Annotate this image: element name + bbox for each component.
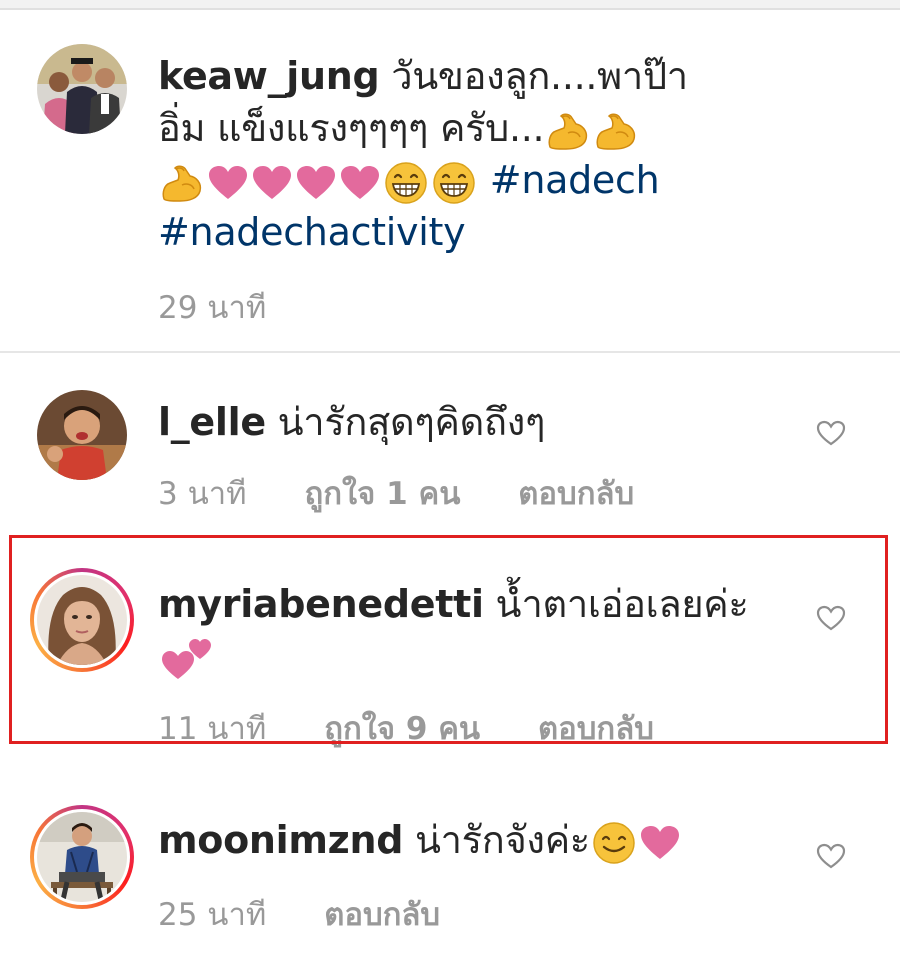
comment-time: 3 นาที — [158, 476, 247, 512]
comment-username[interactable]: l_elle — [158, 400, 266, 444]
pink-heart-icon — [296, 165, 336, 201]
smiling-face-icon — [592, 821, 636, 865]
two-hearts-icon — [160, 637, 216, 681]
comment-meta: 25 นาที ตอบกลับ — [158, 889, 488, 939]
comment-body-line1: วันของลูก....พาป๊า — [391, 54, 688, 98]
comment-text: myriabenedetti น้ำตาเอ่อเลยค่ะ — [158, 578, 758, 682]
divider — [0, 351, 900, 353]
story-ring[interactable] — [30, 805, 134, 909]
hashtag-link[interactable]: #nadech — [490, 158, 660, 202]
avatar[interactable] — [37, 575, 127, 665]
pink-heart-icon — [340, 165, 380, 201]
comment-body: น่ารักจังค่ะ — [414, 818, 590, 862]
flexed-biceps-icon — [546, 111, 590, 151]
grinning-face-icon — [432, 161, 476, 205]
flexed-biceps-icon — [160, 163, 204, 203]
reply-button[interactable]: ตอบกลับ — [538, 711, 654, 747]
comment-username[interactable]: myriabenedetti — [158, 582, 484, 626]
heart-outline-icon[interactable] — [816, 419, 846, 447]
comment-body-line2: อิ่ม แข็งแรงๆๆๆๆ ครับ... — [158, 106, 545, 150]
comment-meta: 29 นาที — [158, 282, 314, 332]
reply-button[interactable]: ตอบกลับ — [518, 476, 634, 512]
top-border — [0, 0, 900, 10]
comment-text: l_elle น่ารักสุดๆคิดถึงๆ — [158, 396, 758, 448]
comment-meta: 3 นาที ถูกใจ 1 คน ตอบกลับ — [158, 468, 682, 518]
comment-time: 11 นาที — [158, 711, 267, 747]
reply-button[interactable]: ตอบกลับ — [324, 897, 440, 933]
avatar[interactable] — [37, 44, 127, 134]
heart-outline-icon[interactable] — [816, 604, 846, 632]
story-ring[interactable] — [30, 568, 134, 672]
comment-meta: 11 นาที ถูกใจ 9 คน ตอบกลับ — [158, 703, 702, 753]
comment-body: น่ารักสุดๆคิดถึงๆ — [277, 400, 546, 444]
comment-body: น้ำตาเอ่อเลยค่ะ — [495, 582, 749, 626]
avatar[interactable] — [37, 390, 127, 480]
pink-heart-icon — [208, 165, 248, 201]
comment-username[interactable]: keaw_jung — [158, 54, 380, 98]
comment-text: moonimznd น่ารักจังค่ะ — [158, 814, 758, 866]
pink-heart-icon — [252, 165, 292, 201]
grinning-face-icon — [384, 161, 428, 205]
comment-time: 29 นาที — [158, 290, 267, 326]
hashtag-link[interactable]: #nadechactivity — [158, 210, 466, 254]
comment-username[interactable]: moonimznd — [158, 818, 403, 862]
comment-time: 25 นาที — [158, 897, 267, 933]
comment-text: keaw_jung วันของลูก....พาป๊า อิ่ม แข็งแร… — [158, 50, 758, 258]
comment-likes-button[interactable]: ถูกใจ 9 คน — [324, 711, 480, 747]
pink-heart-icon — [640, 825, 680, 861]
heart-outline-icon[interactable] — [816, 842, 846, 870]
avatar[interactable] — [37, 812, 127, 902]
comment-likes-button[interactable]: ถูกใจ 1 คน — [304, 476, 460, 512]
flexed-biceps-icon — [594, 111, 638, 151]
